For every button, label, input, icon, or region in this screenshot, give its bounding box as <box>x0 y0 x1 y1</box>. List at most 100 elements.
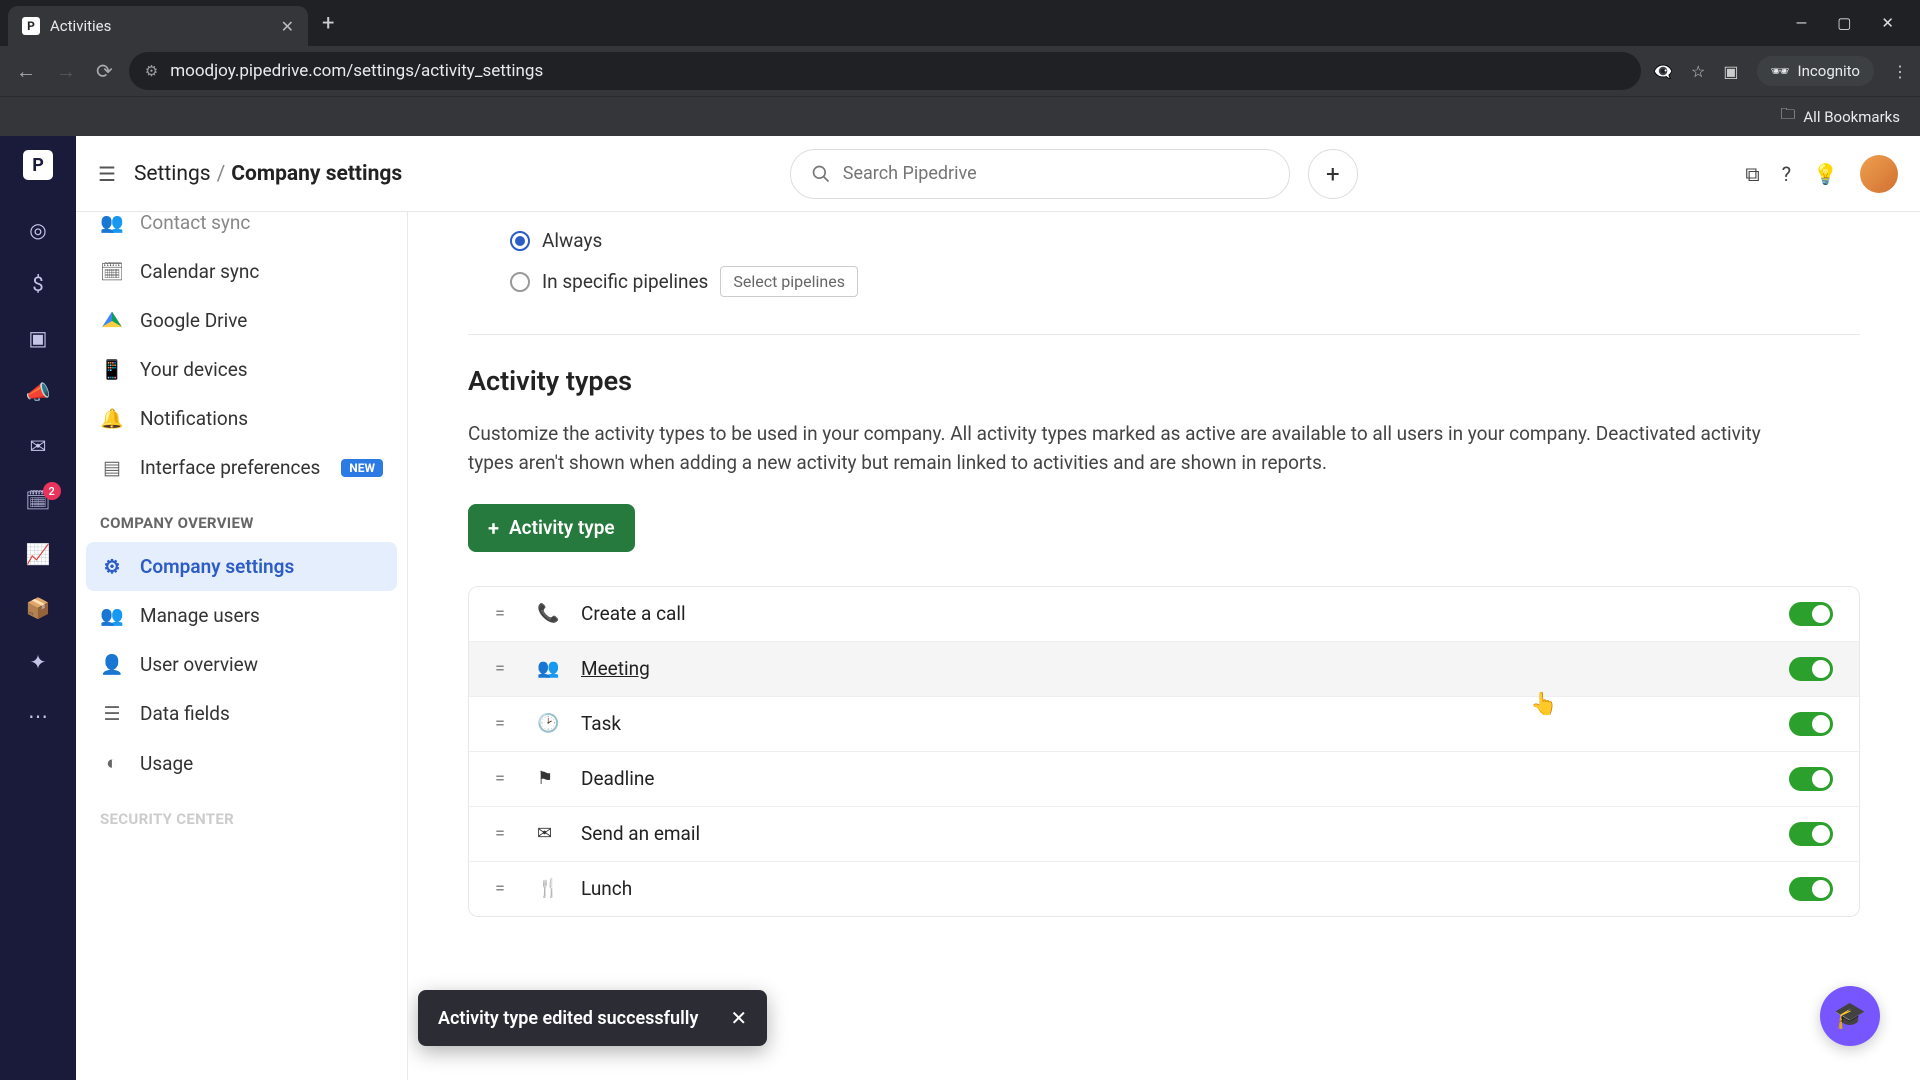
activity-toggle[interactable] <box>1789 767 1833 791</box>
bell-icon: 🔔 <box>100 407 124 430</box>
radio-pipelines[interactable] <box>510 272 530 292</box>
layout-icon: ▤ <box>100 456 124 479</box>
favicon-icon: P <box>22 17 40 35</box>
sidebar-item-usage[interactable]: ◐Usage <box>86 738 397 788</box>
toast-close-icon[interactable]: ✕ <box>730 1006 747 1030</box>
avatar[interactable] <box>1860 155 1898 193</box>
main-panel: Always In specific pipelines Select pipe… <box>408 212 1920 1080</box>
rail-projects-icon[interactable]: ▣ <box>29 326 48 350</box>
sidebar-item-data-fields[interactable]: ☰Data fields <box>86 689 397 738</box>
activity-row[interactable]: = 📞 Create a call <box>469 587 1859 642</box>
divider <box>468 334 1860 335</box>
panel-icon[interactable]: ▣ <box>1723 62 1738 81</box>
drag-handle-icon[interactable]: = <box>495 603 515 624</box>
close-window-icon[interactable]: ✕ <box>1881 14 1894 32</box>
site-settings-icon[interactable]: ⚙ <box>145 62 158 80</box>
incognito-badge[interactable]: 🕶 Incognito <box>1757 56 1875 86</box>
sidebar-item-user-overview[interactable]: 👤 User overview <box>86 640 397 689</box>
activity-row[interactable]: = 👥 Meeting <box>469 642 1859 697</box>
rail-marketplace-icon[interactable]: ✦ <box>30 650 47 674</box>
graduation-icon: 🎓 <box>1834 1001 1866 1031</box>
sidebar-item-label: Your devices <box>140 358 248 381</box>
sidebar-item-label: Manage users <box>140 604 260 627</box>
rail-mail-icon[interactable]: ✉ <box>30 434 47 458</box>
app-logo-icon[interactable]: P <box>23 150 53 180</box>
rail-deals-icon[interactable]: $ <box>32 272 43 296</box>
sidebar-item-notifications[interactable]: 🔔Notifications <box>86 394 397 443</box>
activity-toggle[interactable] <box>1789 712 1833 736</box>
sidebar-item-calendar-sync[interactable]: 🗓Calendar sync <box>86 247 397 296</box>
minimize-icon[interactable]: — <box>1796 14 1808 32</box>
tab-close-icon[interactable]: ✕ <box>281 17 294 36</box>
rail-activities-icon[interactable]: 🗓2 <box>25 488 50 512</box>
activity-name[interactable]: Meeting <box>581 657 650 680</box>
sidebar-item-label: User overview <box>140 653 258 676</box>
drag-handle-icon[interactable]: = <box>495 713 515 734</box>
drag-handle-icon[interactable]: = <box>495 768 515 789</box>
activity-toggle[interactable] <box>1789 822 1833 846</box>
add-activity-type-button[interactable]: + Activity type <box>468 504 635 552</box>
activity-row[interactable]: = ⚑ Deadline <box>469 752 1859 807</box>
select-pipelines-button[interactable]: Select pipelines <box>720 266 858 297</box>
sidebar-item-contact-sync[interactable]: 👥Contact sync <box>86 212 397 247</box>
rail-leads-icon[interactable]: ◎ <box>29 218 46 242</box>
activity-toggle[interactable] <box>1789 602 1833 626</box>
drag-handle-icon[interactable]: = <box>495 878 515 899</box>
sidebar-item-interface-preferences[interactable]: ▤Interface preferencesNEW <box>86 443 397 492</box>
radio-pipelines-label: In specific pipelines <box>542 270 708 293</box>
user-icon: 👤 <box>100 653 124 676</box>
sidebar-toggle-icon[interactable]: ☰ <box>98 162 116 186</box>
quick-add-button[interactable]: + <box>1308 149 1358 199</box>
breadcrumb: Settings/Company settings <box>134 162 402 186</box>
tab-bar: P Activities ✕ + — ▢ ✕ <box>0 0 1920 46</box>
activity-row[interactable]: = 🍴 Lunch <box>469 862 1859 916</box>
rail-campaigns-icon[interactable]: 📣 <box>26 380 51 404</box>
radio-always[interactable] <box>510 231 530 251</box>
sidebar-item-google-drive[interactable]: Google Drive <box>86 296 397 345</box>
search-icon <box>811 164 831 184</box>
activity-row[interactable]: = 🕑 Task <box>469 697 1859 752</box>
flag-icon: ⚑ <box>537 768 559 789</box>
rail-insights-icon[interactable]: 📈 <box>26 542 51 566</box>
bulb-icon[interactable]: 💡 <box>1813 162 1838 186</box>
drag-handle-icon[interactable]: = <box>495 823 515 844</box>
section-title: Activity types <box>468 365 1860 397</box>
bookmark-star-icon[interactable]: ☆ <box>1691 62 1705 81</box>
rail-badge: 2 <box>43 482 61 500</box>
radio-pipelines-row[interactable]: In specific pipelines Select pipelines <box>510 259 1860 304</box>
rail-products-icon[interactable]: 📦 <box>26 596 51 620</box>
section-description: Customize the activity types to be used … <box>468 419 1788 478</box>
drag-handle-icon[interactable]: = <box>495 658 515 679</box>
breadcrumb-root[interactable]: Settings <box>134 162 211 186</box>
sidebar-item-your-devices[interactable]: 📱Your devices <box>86 345 397 394</box>
reload-icon[interactable]: ⟳ <box>92 55 117 87</box>
toast: Activity type edited successfully ✕ <box>418 990 767 1046</box>
sidebar-item-company-settings[interactable]: ⚙Company settings <box>86 542 397 591</box>
new-tab-button[interactable]: + <box>312 11 344 36</box>
activity-toggle[interactable] <box>1789 877 1833 901</box>
kebab-menu-icon[interactable]: ⋮ <box>1892 62 1908 81</box>
back-icon[interactable]: ← <box>12 55 40 88</box>
extensions-icon[interactable]: ⧉ <box>1745 162 1759 186</box>
radio-group: Always In specific pipelines Select pipe… <box>510 212 1860 304</box>
activity-row[interactable]: = ✉ Send an email <box>469 807 1859 862</box>
rail-more-icon[interactable]: ⋯ <box>28 704 48 728</box>
search-input[interactable] <box>843 163 1269 184</box>
sidebar-item-manage-users[interactable]: 👥Manage users <box>86 591 397 640</box>
activity-toggle[interactable] <box>1789 657 1833 681</box>
sidebar-heading-company: COMPANY OVERVIEW <box>86 492 397 542</box>
maximize-icon[interactable]: ▢ <box>1837 14 1851 32</box>
plus-icon: + <box>488 516 499 540</box>
browser-tab[interactable]: P Activities ✕ <box>8 6 308 46</box>
eye-off-icon[interactable]: 👁‍🗨 <box>1653 62 1673 81</box>
app-root: P ◎ $ ▣ 📣 ✉ 🗓2 📈 📦 ✦ ⋯ ☰ Settings/Compan… <box>0 136 1920 1080</box>
sidebar-item-label: Interface preferences <box>140 456 320 479</box>
all-bookmarks-button[interactable]: All Bookmarks <box>1803 108 1900 126</box>
help-icon[interactable]: ? <box>1782 162 1791 186</box>
url-box[interactable]: ⚙ moodjoy.pipedrive.com/settings/activit… <box>129 52 1641 90</box>
help-fab[interactable]: 🎓 <box>1820 986 1880 1046</box>
sidebar-item-label: Contact sync <box>140 212 250 234</box>
radio-always-row[interactable]: Always <box>510 222 1860 259</box>
mail-icon: ✉ <box>537 823 559 844</box>
search-box[interactable] <box>790 149 1290 199</box>
